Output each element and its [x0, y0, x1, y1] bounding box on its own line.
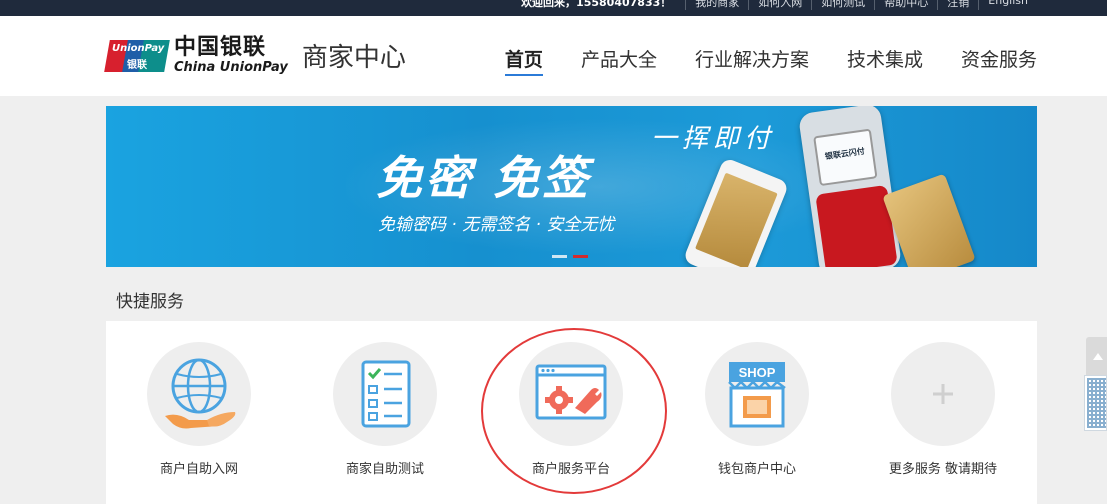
pos-screen-label: 银联云闪付	[813, 128, 878, 187]
service-label: 商户自助入网	[159, 462, 238, 477]
banner-tagline: 一挥即付	[651, 124, 776, 154]
welcome-text: 欢迎回来，15580407833！	[521, 0, 672, 9]
unionpay-logo-icon: UnionPay 银联	[104, 36, 170, 74]
top-link-english[interactable]: English	[978, 0, 1037, 10]
service-wallet-merchant-center[interactable]: SHOP 钱包商户中心	[664, 342, 850, 477]
main-nav: 首页 产品大全 行业解决方案 技术集成 资金服务	[504, 45, 1037, 76]
quick-services-title: 快捷服务	[116, 292, 184, 312]
service-label: 商户服务平台	[531, 462, 610, 477]
site-title: 商家中心	[301, 42, 406, 73]
service-more-coming[interactable]: 更多服务 敬请期待	[850, 342, 1036, 477]
globe-hand-icon	[147, 342, 251, 446]
quick-services-panel: 商户自助入网 商家自助测试 商户服务平台 SHOP 钱包商户中心 更多服务 敬请…	[106, 321, 1037, 504]
banner-subtitle: 免输密码 · 无需签名 · 安全无忧	[378, 215, 615, 235]
site-header: UnionPay 银联 中国银联 China UnionPay 商家中心 首页 …	[0, 16, 1107, 96]
top-bar-links: 欢迎回来，15580407833！ 我的商家 如何入网 如何测试 帮助中心 注销…	[521, 0, 1037, 10]
nav-industry-solutions[interactable]: 行业解决方案	[695, 45, 809, 76]
gears-window-icon	[519, 342, 623, 446]
top-link-help-center[interactable]: 帮助中心	[874, 0, 937, 10]
brand-name-cn: 中国银联	[174, 34, 267, 60]
service-label: 钱包商户中心	[717, 462, 796, 477]
promo-banner[interactable]: 免密 免签 免输密码 · 无需签名 · 安全无忧 一挥即付 银联云闪付	[106, 106, 1037, 267]
nav-tech-integration[interactable]: 技术集成	[847, 45, 923, 76]
checklist-icon	[333, 342, 437, 446]
brand-name-en: China UnionPay	[174, 60, 288, 75]
site-logo[interactable]: UnionPay 银联 中国银联 China UnionPay 商家中心	[104, 36, 406, 74]
top-link-how-to-join[interactable]: 如何入网	[748, 0, 811, 10]
service-merchant-platform[interactable]: 商户服务平台	[478, 342, 664, 477]
svg-text:SHOP: SHOP	[739, 365, 776, 380]
nav-home[interactable]: 首页	[504, 45, 543, 76]
service-label: 更多服务 敬请期待	[888, 462, 998, 477]
top-bar: 欢迎回来，15580407833！ 我的商家 如何入网 如何测试 帮助中心 注销…	[0, 0, 1107, 16]
top-link-logout[interactable]: 注销	[937, 0, 978, 10]
qr-code-widget[interactable]	[1084, 375, 1107, 431]
shop-icon: SHOP	[705, 342, 809, 446]
service-self-onboarding[interactable]: 商户自助入网	[106, 342, 292, 477]
carousel-indicators	[552, 255, 588, 258]
logo-text: 中国银联 China UnionPay	[174, 36, 288, 74]
service-label: 商家自助测试	[345, 462, 424, 477]
carousel-dot-1[interactable]	[552, 255, 567, 258]
top-link-my-merchant[interactable]: 我的商家	[685, 0, 748, 10]
carousel-dot-2[interactable]	[573, 255, 588, 258]
nav-products[interactable]: 产品大全	[581, 45, 657, 76]
top-link-how-to-test[interactable]: 如何测试	[811, 0, 874, 10]
banner-headline: 免密 免签	[376, 151, 592, 205]
plus-icon	[891, 342, 995, 446]
nav-fund-services[interactable]: 资金服务	[961, 45, 1037, 76]
qr-code-icon	[1087, 378, 1106, 428]
service-self-test[interactable]: 商家自助测试	[292, 342, 478, 477]
arrow-up-icon	[1093, 353, 1103, 360]
